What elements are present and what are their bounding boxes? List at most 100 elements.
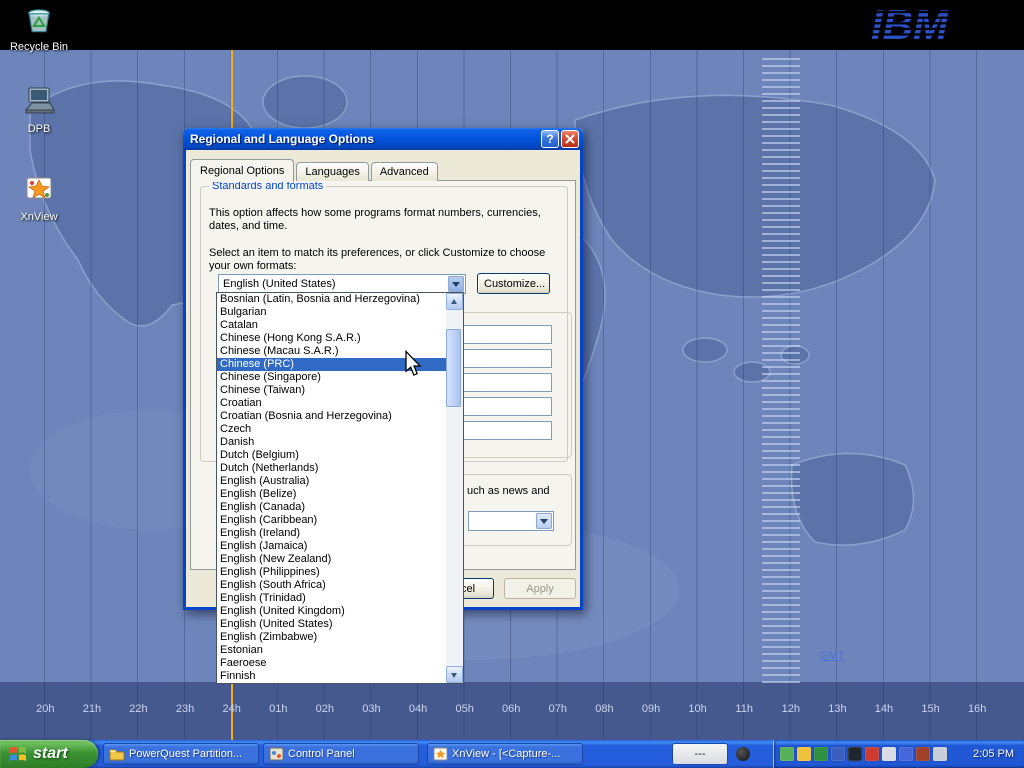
hour-label: 22h — [115, 703, 162, 715]
help-button[interactable]: ? — [541, 130, 559, 148]
language-option[interactable]: English (Jamaica) — [217, 540, 446, 553]
display-settings-icon[interactable] — [831, 747, 845, 761]
desktop-icon-recycle-bin[interactable]: Recycle Bin — [3, 4, 75, 53]
language-option[interactable]: Dutch (Belgium) — [217, 449, 446, 462]
unknown-app-icon[interactable] — [736, 747, 750, 761]
chevron-down-icon — [452, 282, 460, 287]
language-option[interactable]: English (New Zealand) — [217, 553, 446, 566]
scroll-down-button[interactable] — [446, 666, 463, 683]
scheduler-icon[interactable] — [780, 747, 794, 761]
sample-field-fragment — [456, 325, 552, 344]
task-button-label: XnView - [<Capture-... — [452, 748, 560, 760]
language-option[interactable]: Chinese (Hong Kong S.A.R.) — [217, 332, 446, 345]
language-option[interactable]: Finnish — [217, 670, 446, 683]
language-option[interactable]: English (Trinidad) — [217, 592, 446, 605]
language-option[interactable]: English (United Kingdom) — [217, 605, 446, 618]
icon-label: DPB — [3, 123, 75, 135]
gmt-label: GMT — [820, 650, 844, 662]
windows-logo-icon — [8, 744, 28, 764]
language-option[interactable]: English (Zimbabwe) — [217, 631, 446, 644]
hour-label: 05h — [441, 703, 488, 715]
language-option[interactable]: Catalan — [217, 319, 446, 332]
tab-advanced[interactable]: Advanced — [371, 162, 438, 181]
scrollbar-thumb[interactable] — [446, 329, 461, 407]
hour-label: 20h — [22, 703, 69, 715]
location-text-fragment: uch as news and — [467, 485, 550, 497]
tab-regional-options[interactable]: Regional Options — [190, 159, 294, 182]
regional-language-options-dialog: Regional and Language Options ? Regional… — [183, 128, 583, 610]
ibm-logo: IBM — [832, 2, 952, 53]
hour-label: 15h — [907, 703, 954, 715]
language-option[interactable]: Chinese (Taiwan) — [217, 384, 446, 397]
task-button-untitled[interactable]: --- — [672, 743, 728, 765]
taskbar: start PowerQuest Partition... Control Pa… — [0, 740, 1024, 768]
hour-label: 06h — [488, 703, 535, 715]
language-option[interactable]: English (South Africa) — [217, 579, 446, 592]
folder-icon — [109, 747, 125, 761]
start-button[interactable]: start — [0, 740, 98, 768]
language-option[interactable]: Czech — [217, 423, 446, 436]
desktop-icon-xnview[interactable]: XnView — [3, 174, 75, 223]
language-option[interactable]: Danish — [217, 436, 446, 449]
customize-button[interactable]: Customize... — [477, 273, 550, 294]
desktop-icon-dpb[interactable]: DPB — [3, 86, 75, 135]
hour-label: 07h — [535, 703, 582, 715]
hour-label: 09h — [628, 703, 675, 715]
apply-button[interactable]: Apply — [504, 578, 576, 599]
tab-languages[interactable]: Languages — [296, 162, 368, 181]
language-option[interactable]: English (Caribbean) — [217, 514, 446, 527]
taskbar-clock[interactable]: 2:05 PM — [973, 748, 1014, 760]
language-option[interactable]: English (Belize) — [217, 488, 446, 501]
group-description-line1: This option affects how some programs fo… — [209, 207, 541, 220]
mouse-cursor — [404, 350, 422, 378]
task-button-label: Control Panel — [288, 748, 355, 760]
language-option[interactable]: Bulgarian — [217, 306, 446, 319]
firewall-icon[interactable] — [865, 747, 879, 761]
sample-field-fragment — [456, 421, 552, 440]
system-tray: 2:05 PM — [773, 740, 1024, 768]
task-button-xnview[interactable]: XnView - [<Capture-... — [427, 743, 583, 765]
dialog-title: Regional and Language Options — [190, 132, 539, 146]
volume-icon[interactable] — [882, 747, 896, 761]
language-option[interactable]: English (Philippines) — [217, 566, 446, 579]
task-button-control-panel[interactable]: Control Panel — [263, 743, 419, 765]
language-option[interactable]: Dutch (Netherlands) — [217, 462, 446, 475]
group-instruction-line2: your own formats: — [209, 260, 296, 273]
language-option[interactable]: English (Canada) — [217, 501, 446, 514]
security-alert-icon[interactable] — [797, 747, 811, 761]
language-option[interactable]: English (United States) — [217, 618, 446, 631]
location-combobox-fragment[interactable] — [468, 511, 554, 531]
hour-label: 12h — [768, 703, 815, 715]
desktop: 20h21h22h23h24h01h02h03h04h05h06h07h08h0… — [0, 0, 1024, 768]
language-option[interactable]: Faeroese — [217, 657, 446, 670]
scroll-up-button[interactable] — [446, 293, 463, 310]
power-meter-icon[interactable] — [916, 747, 930, 761]
network-status-icon[interactable] — [899, 747, 913, 761]
hour-label: 08h — [581, 703, 628, 715]
dialog-titlebar[interactable]: Regional and Language Options ? — [183, 128, 583, 150]
grid-utility-icon[interactable] — [848, 747, 862, 761]
antivirus-shield-icon[interactable] — [814, 747, 828, 761]
format-combobox[interactable]: English (United States) — [218, 274, 466, 294]
svg-text:IBM: IBM — [871, 2, 949, 48]
language-option[interactable]: English (Australia) — [217, 475, 446, 488]
language-option[interactable]: English (Ireland) — [217, 527, 446, 540]
hour-label: 04h — [395, 703, 442, 715]
combobox-dropdown-button[interactable] — [448, 276, 464, 292]
language-option[interactable]: Bosnian (Latin, Bosnia and Herzegovina) — [217, 293, 446, 306]
xnview-icon — [23, 174, 55, 204]
chevron-down-icon — [540, 519, 548, 524]
hour-label: 24h — [208, 703, 255, 715]
language-dropdown-list: Bosnian (Latin, Bosnia and Herzegovina) … — [216, 292, 464, 684]
scrollbar-track[interactable] — [446, 310, 463, 666]
task-button-powerquest[interactable]: PowerQuest Partition... — [103, 743, 259, 765]
clock-sync-icon[interactable] — [933, 747, 947, 761]
list-scrollbar[interactable] — [446, 293, 463, 683]
language-option[interactable]: Croatian (Bosnia and Herzegovina) — [217, 410, 446, 423]
close-button[interactable] — [561, 130, 579, 148]
combobox-dropdown-button[interactable] — [536, 513, 552, 529]
sample-field-fragment — [456, 373, 552, 392]
language-option[interactable]: Croatian — [217, 397, 446, 410]
language-option[interactable]: Estonian — [217, 644, 446, 657]
dialog-body: Regional Options Languages Advanced Stan… — [183, 150, 583, 610]
